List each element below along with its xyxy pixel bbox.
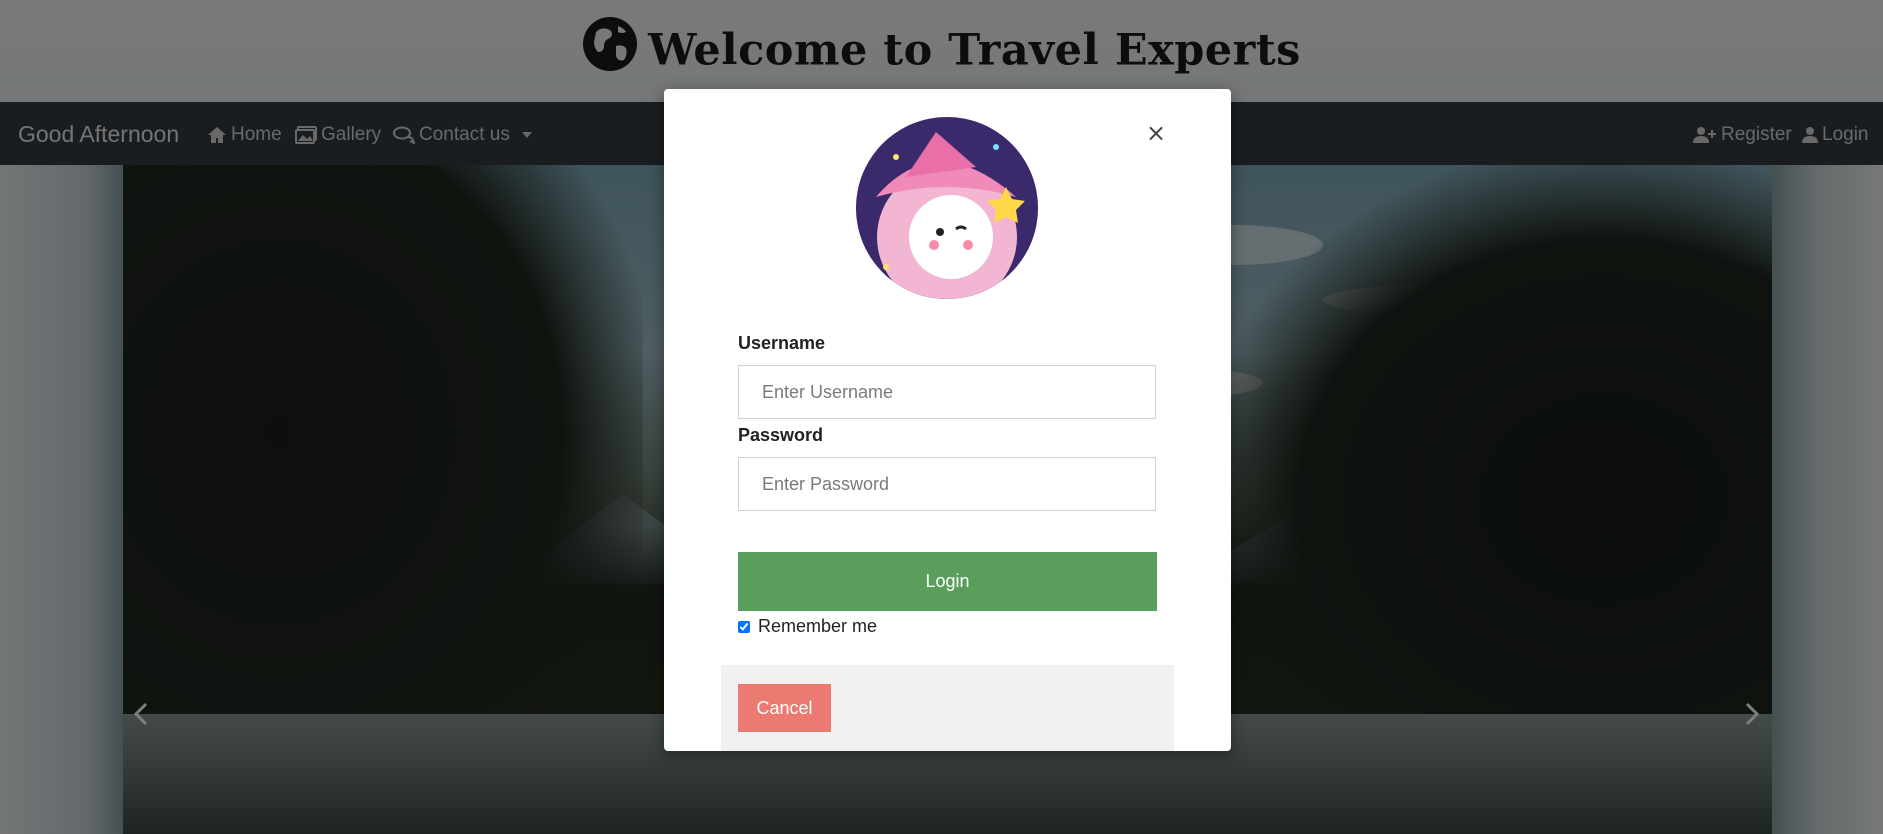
modal-footer: Cancel bbox=[721, 665, 1174, 751]
username-input[interactable] bbox=[738, 365, 1156, 419]
avatar bbox=[856, 117, 1038, 299]
remember-me-label: Remember me bbox=[758, 616, 878, 636]
password-label: Password bbox=[738, 425, 824, 445]
login-button[interactable]: Login bbox=[738, 552, 1157, 611]
login-modal: × Username Password Login Remember me Ca… bbox=[664, 89, 1231, 751]
password-input[interactable] bbox=[738, 457, 1156, 511]
cancel-button[interactable]: Cancel bbox=[738, 684, 831, 732]
close-icon[interactable]: × bbox=[1146, 119, 1166, 147]
remember-me-checkbox[interactable] bbox=[738, 620, 750, 633]
remember-me-row[interactable]: Remember me bbox=[738, 616, 877, 637]
username-label: Username bbox=[738, 333, 826, 353]
